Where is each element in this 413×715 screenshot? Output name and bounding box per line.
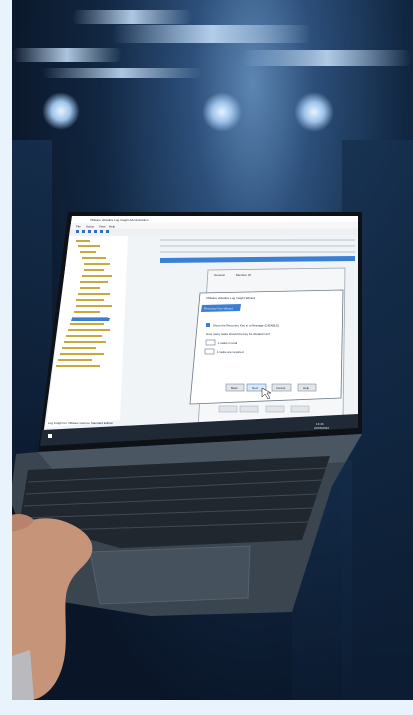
task-required-field[interactable] xyxy=(204,348,215,355)
touchpad xyxy=(89,545,251,605)
bottom-border xyxy=(0,700,413,715)
windows-start-icon[interactable] xyxy=(48,434,52,438)
status-bar: Log Insight for VMware Horizon Standard … xyxy=(48,421,113,425)
bg-dialog-tab-general: General xyxy=(214,273,225,277)
dialog-title: VMware vRealize Log Insight Wizard xyxy=(206,296,255,300)
option-1-label: 1 tasks in total xyxy=(218,341,238,345)
cancel-label: Cancel xyxy=(276,386,286,390)
next-label: Next xyxy=(252,386,258,390)
taskbar-date: 20/05/2022 xyxy=(314,426,329,430)
menu-file: File xyxy=(76,225,81,229)
photo-scene: VMware vRealize Log Insight Administrati… xyxy=(0,0,413,715)
menu-view: View xyxy=(99,225,106,229)
task-count-field[interactable] xyxy=(205,339,216,346)
menu-action: Action xyxy=(86,225,95,229)
option-2-label: 1 tasks are required xyxy=(217,350,244,354)
help-label: Help xyxy=(303,386,310,390)
dialog-section-title: Recovery Key Wizard xyxy=(204,307,233,311)
window-title: VMware vRealize Log Insight Administrati… xyxy=(90,218,149,222)
back-label: Back xyxy=(231,386,238,390)
checkbox-label: Show the Recovery Key in a Message (DISA… xyxy=(213,324,279,328)
dialog-question: How many tasks should the key be divided… xyxy=(206,332,270,336)
bg-dialog-tab-member-of: Member Of xyxy=(236,273,251,277)
laptop-illustration: VMware vRealize Log Insight Administrati… xyxy=(0,212,362,700)
recovery-key-checkbox[interactable] xyxy=(206,323,210,327)
left-border xyxy=(0,0,12,715)
menu-help: Help xyxy=(109,225,116,229)
